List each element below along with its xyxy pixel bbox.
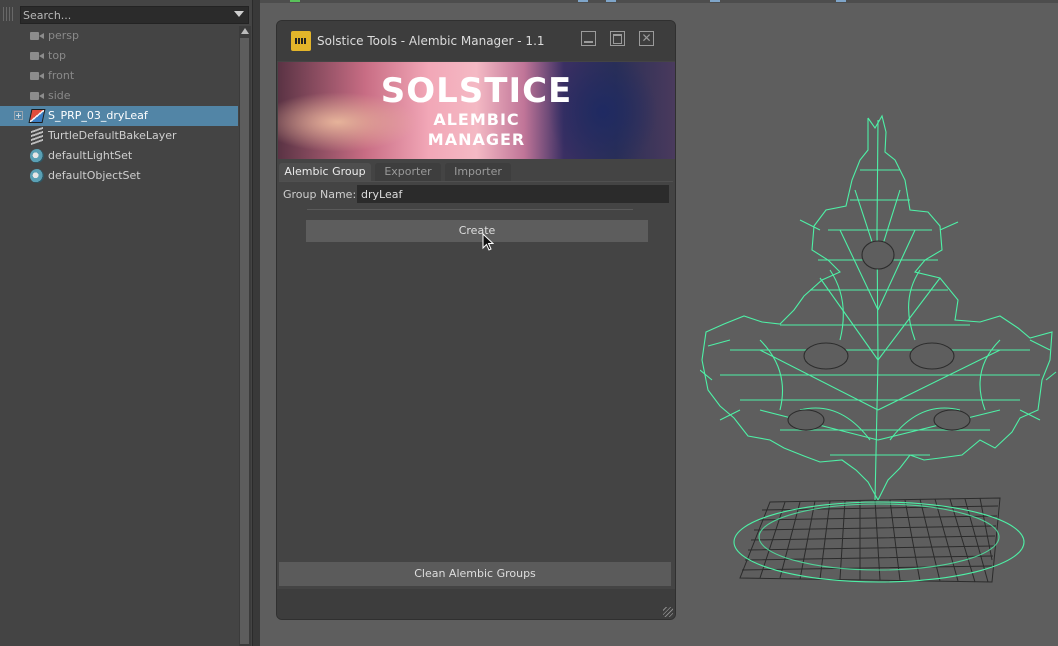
scroll-thumb[interactable]: [240, 38, 249, 644]
outliner-item-label: defaultObjectSet: [48, 169, 141, 182]
clean-alembic-groups-button[interactable]: Clean Alembic Groups: [279, 562, 671, 586]
search-dropdown-icon[interactable]: [234, 11, 244, 17]
search-input[interactable]: [23, 7, 228, 23]
outliner-search[interactable]: [20, 6, 249, 24]
camera-icon: [30, 70, 44, 82]
tab-exporter[interactable]: Exporter: [375, 163, 441, 181]
maximize-button[interactable]: [610, 31, 625, 46]
leaf-mesh: [700, 114, 1057, 583]
tab-importer[interactable]: Importer: [445, 163, 511, 181]
group-name-label: Group Name:: [283, 188, 357, 201]
close-button[interactable]: ✕: [639, 31, 654, 46]
banner-logo: SOLSTICE ALEMBIC MANAGER: [278, 72, 675, 150]
window-title: Solstice Tools - Alembic Manager - 1.1: [317, 34, 545, 48]
window-status-bar: [277, 589, 675, 619]
solstice-app-icon: [291, 31, 311, 51]
set-icon: [30, 149, 44, 163]
scroll-up-arrow-icon[interactable]: [241, 28, 249, 34]
outliner-scrollbar[interactable]: [239, 26, 251, 646]
outliner-item-top[interactable]: top: [0, 46, 238, 66]
outliner-item-label: defaultLightSet: [48, 149, 133, 162]
close-icon: ✕: [641, 31, 652, 45]
outliner-item-light-set[interactable]: defaultLightSet: [0, 146, 238, 166]
minimize-button[interactable]: [581, 31, 596, 46]
outliner-item-dryleaf[interactable]: S_PRP_03_dryLeaf: [0, 106, 238, 126]
toolbar-marker: [606, 0, 616, 2]
panel-separator[interactable]: [253, 0, 260, 646]
set-icon: [30, 169, 44, 183]
banner-line-2: MANAGER: [427, 130, 526, 149]
toolbar-marker: [836, 0, 846, 2]
camera-icon: [30, 50, 44, 62]
solstice-logo-text: SOLSTICE: [380, 71, 573, 111]
outliner-item-side[interactable]: side: [0, 86, 238, 106]
camera-icon: [30, 90, 44, 102]
outliner-item-bake-layer[interactable]: TurtleDefaultBakeLayer: [0, 126, 238, 146]
outliner-item-label: persp: [48, 29, 79, 42]
window-titlebar[interactable]: Solstice Tools - Alembic Manager - 1.1 ✕: [277, 21, 675, 61]
outliner-item-persp[interactable]: persp: [0, 26, 238, 46]
tab-alembic-group[interactable]: Alembic Group: [279, 163, 371, 181]
outliner-item-label: front: [48, 69, 75, 82]
outliner-list: persp top front side S_PRP_03_dryLeaf Tu…: [0, 26, 238, 186]
leaf-wireframe[interactable]: [700, 110, 1058, 595]
mouse-cursor-icon: [482, 233, 494, 251]
alembic-manager-banner: SOLSTICE ALEMBIC MANAGER: [278, 62, 675, 159]
outliner-search-bar: [0, 4, 252, 26]
outliner-item-label: TurtleDefaultBakeLayer: [48, 129, 177, 142]
panel-grip-icon[interactable]: [3, 7, 15, 21]
group-name-field[interactable]: [357, 185, 669, 203]
layer-icon: [31, 126, 43, 146]
camera-icon: [30, 30, 44, 42]
viewport-toolbar-strip: [260, 0, 1058, 3]
create-button[interactable]: Create: [306, 220, 648, 242]
divider: [307, 209, 633, 210]
outliner-item-front[interactable]: front: [0, 66, 238, 86]
alembic-group-tab-content: Group Name: Create: [279, 181, 673, 592]
outliner-panel: persp top front side S_PRP_03_dryLeaf Tu…: [0, 0, 253, 646]
outliner-item-label: S_PRP_03_dryLeaf: [48, 109, 148, 122]
resize-grip-icon[interactable]: [663, 607, 673, 617]
toolbar-marker: [290, 0, 300, 2]
mesh-icon: [28, 109, 46, 123]
banner-line-1: ALEMBIC: [433, 110, 520, 129]
outliner-item-label: side: [48, 89, 71, 102]
outliner-item-object-set[interactable]: defaultObjectSet: [0, 166, 238, 186]
toolbar-marker: [578, 0, 588, 2]
alembic-manager-window: Solstice Tools - Alembic Manager - 1.1 ✕…: [276, 20, 676, 620]
outliner-item-label: top: [48, 49, 67, 62]
expand-icon[interactable]: [14, 111, 23, 120]
toolbar-marker: [710, 0, 720, 2]
